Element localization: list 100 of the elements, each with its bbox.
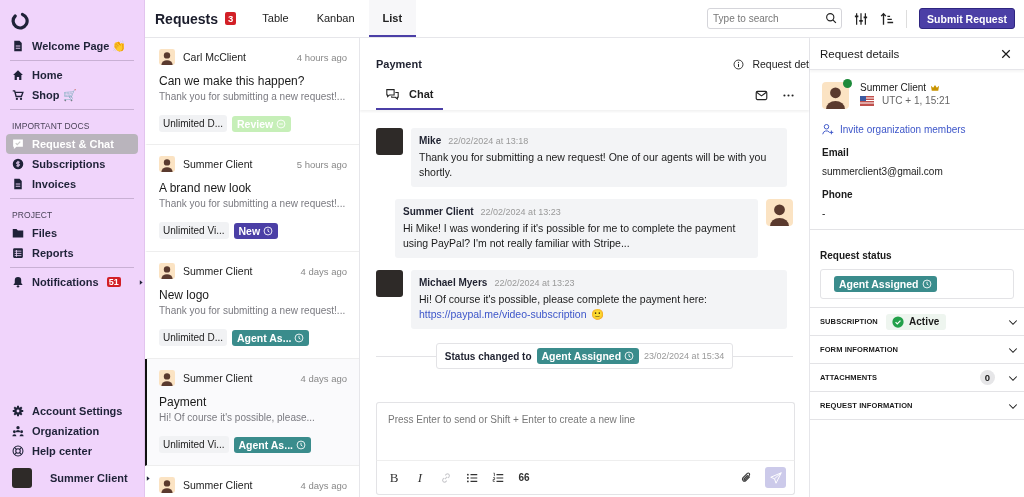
notification-badge: 51 <box>106 277 121 287</box>
section-heading: IMPORTANT DOCS <box>12 121 91 131</box>
request-card[interactable]: Summer Client 5 hours ago A brand new look Thank you for submitting a new request!... Unlimited Vi... New <box>145 145 359 252</box>
message-time: 22/02/2024 at 13:23 <box>480 207 561 217</box>
bullet-list-icon <box>466 471 478 484</box>
avatar-silhouette <box>159 49 175 65</box>
user-menu[interactable]: Summer Client <box>6 465 138 491</box>
request-title: A brand new look <box>159 181 253 195</box>
field-label: Request status <box>820 250 893 261</box>
request-card[interactable]: Summer Client 4 days ago Payment Hi! Of course it's possible, please... Unlimited Vi... Agent As... <box>145 359 359 466</box>
sidebar-item[interactable]: Invoices <box>6 174 138 194</box>
search-field[interactable]: Type to search <box>707 8 843 29</box>
paperclip-icon[interactable] <box>740 471 753 484</box>
bold-format-button[interactable]: B <box>387 469 401 486</box>
author-name: Summer Client <box>183 265 253 277</box>
chat-tab[interactable]: Chat <box>376 80 444 110</box>
lifebuoy-icon <box>12 445 24 457</box>
people-icon <box>12 425 24 437</box>
sender-name: Mike <box>419 135 442 146</box>
message-preview: Thank you for submitting a new request!... <box>159 198 347 209</box>
time-ago: 4 days ago <box>300 479 347 491</box>
numbers-format-button[interactable] <box>491 471 505 484</box>
plan-tag: Unlimited D... <box>159 329 227 346</box>
dollar-coin-icon <box>12 158 24 170</box>
logo-icon <box>11 12 29 30</box>
chat-bubbles-icon <box>386 87 399 101</box>
sidebar-item[interactable]: Help center <box>6 441 138 461</box>
smiley-emoji: 🙂 <box>590 307 604 322</box>
avatar-silhouette <box>159 477 175 493</box>
status-tag: New <box>233 222 279 239</box>
filter-icon[interactable] <box>854 11 869 26</box>
message-text: Hi! Of course it's possible, please complete the payment here: <box>419 292 708 307</box>
view-tab[interactable]: List <box>368 0 417 37</box>
plan-tag: Unlimited Vi... <box>159 436 229 453</box>
timezone-text: UTC + 1, 15:21 <box>882 95 951 106</box>
message-input[interactable]: Press Enter to send or Shift + Enter to create a new line <box>376 402 795 461</box>
view-tab[interactable]: Table <box>248 0 303 37</box>
sidebar-item[interactable]: Shop 🛒 <box>6 85 138 105</box>
attachment-count: 0 <box>980 370 995 385</box>
bullets-format-button[interactable] <box>465 471 479 484</box>
sidebar-item[interactable]: Organization <box>6 421 138 441</box>
check-circle-icon <box>891 315 904 328</box>
avatar-silhouette <box>159 263 175 279</box>
sender-name: Summer Client <box>403 206 474 217</box>
invite-members-link[interactable]: Invite organization members <box>822 123 1014 135</box>
search-icon <box>825 12 838 24</box>
view-tab[interactable]: Kanban <box>302 0 369 37</box>
person-add-icon <box>822 123 834 135</box>
message-time: 22/02/2024 at 13:23 <box>494 278 575 288</box>
folder-icon <box>12 227 24 239</box>
cart-icon <box>12 89 24 101</box>
request-details-link[interactable]: Request det <box>733 58 809 70</box>
email-value: summerclient3@gmail.com <box>822 166 944 177</box>
active-badge: Active <box>885 313 946 330</box>
table-icon <box>12 247 24 259</box>
italic-format-button[interactable]: I <box>413 469 427 486</box>
email-icon[interactable] <box>755 88 768 102</box>
submit-request-button[interactable]: Submit Request <box>919 8 1015 29</box>
minus-circle-icon <box>276 118 287 129</box>
message-text: Hi Mike! I was wondering if it's possible for me to complete the payment using PayPal? I'm not really familiar with Stripe... <box>403 221 737 251</box>
user-name: Summer Client <box>860 82 927 93</box>
avatar-photo-placeholder <box>376 128 403 155</box>
bell-icon <box>12 276 24 288</box>
flag-icon <box>860 95 874 106</box>
time-ago: 5 hours ago <box>296 158 347 170</box>
request-card[interactable]: Carl McClient 4 hours ago Can we make this happen? Thank you for submitting a new request!... Unlimited D... Review <box>145 38 359 145</box>
numbered-list-icon <box>492 471 504 484</box>
sidebar-item[interactable]: Files <box>6 223 138 243</box>
sidebar-item[interactable]: Subscriptions <box>6 154 138 174</box>
status-tag: Agent Assigned <box>834 276 937 292</box>
sidebar-item[interactable]: Home <box>6 65 138 85</box>
field-label: Phone <box>822 189 854 200</box>
sidebar-item[interactable]: Reports <box>6 243 138 263</box>
sender-name: Michael Myers <box>419 277 488 288</box>
message-preview: Hi! Of course it's possible, please... <box>159 412 316 423</box>
send-icon <box>769 471 782 484</box>
sort-icon[interactable] <box>880 11 895 26</box>
status-change-time: 23/02/2024 at 15:34 <box>644 351 725 361</box>
page-title: Requests <box>155 10 219 27</box>
sidebar-item[interactable]: Welcome Page 👏 <box>6 36 138 56</box>
sidebar-item[interactable]: Notifications 51 <box>6 272 138 292</box>
avatar-silhouette <box>766 199 793 226</box>
document-icon <box>12 178 24 190</box>
avatar-silhouette <box>822 82 849 109</box>
phone-value: - <box>822 208 827 219</box>
request-card[interactable]: Summer Client 4 days ago New logo Thank you for submitting a new request!... Unlimited D... Agent As... <box>145 252 359 359</box>
author-name: Summer Client <box>183 158 253 170</box>
clock-icon <box>295 439 306 450</box>
time-ago: 4 days ago <box>300 265 347 277</box>
document-icon <box>12 40 24 52</box>
avatar-photo-placeholder <box>12 468 32 488</box>
request-card[interactable]: Summer Client 4 days ago <box>145 466 359 497</box>
payment-link[interactable]: https://paypal.me/video-subscription <box>419 307 587 322</box>
close-icon[interactable] <box>1000 47 1012 60</box>
clock-icon <box>263 225 274 236</box>
plan-tag: Unlimited Vi... <box>159 222 229 239</box>
quote-format-button[interactable]: 66 <box>517 472 531 483</box>
sidebar-item[interactable]: Account Settings <box>6 401 138 421</box>
clock-icon <box>294 332 305 343</box>
status-select[interactable]: Agent Assigned <box>820 269 1014 299</box>
